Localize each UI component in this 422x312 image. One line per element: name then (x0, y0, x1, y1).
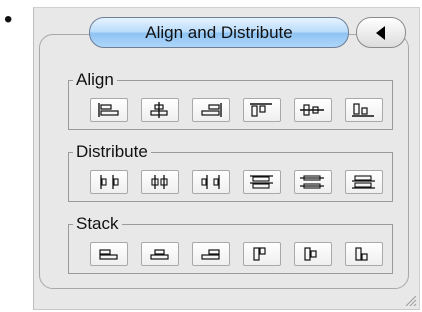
stack-center-button[interactable] (141, 242, 179, 266)
stack-middle-icon (304, 247, 317, 261)
align-distribute-panel: Align and Distribute Align Distribute St… (33, 7, 420, 310)
stack-top-button[interactable] (243, 242, 281, 266)
stack-middle-button[interactable] (294, 242, 332, 266)
stack-top-icon (253, 247, 266, 261)
align-horizontal-centers-button[interactable] (141, 98, 179, 122)
bullet-marker: • (4, 6, 13, 33)
distribute-right-edges-icon (201, 175, 220, 189)
align-bottom-edges-icon (352, 103, 374, 117)
stack-section-label: Stack (73, 214, 122, 234)
align-left-edges-icon (98, 103, 119, 117)
stack-right-icon (201, 249, 220, 260)
collapse-button[interactable] (356, 17, 406, 48)
panel-title-button[interactable]: Align and Distribute (89, 17, 349, 48)
distribute-section: Distribute (68, 142, 393, 202)
stack-left-icon (99, 249, 118, 260)
distribute-left-edges-icon (100, 175, 119, 189)
distribute-bottom-edges-icon (352, 175, 375, 189)
distribute-left-edges-button[interactable] (90, 170, 128, 194)
stack-right-button[interactable] (192, 242, 230, 266)
align-left-edges-button[interactable] (90, 98, 128, 122)
align-section: Align (68, 70, 393, 130)
align-horizontal-centers-icon (150, 102, 168, 118)
resize-grip-icon[interactable] (403, 293, 417, 307)
distribute-vertical-centers-icon (300, 175, 324, 189)
distribute-horizontal-centers-button[interactable] (141, 170, 179, 194)
align-top-edges-icon (250, 103, 272, 117)
align-section-label: Align (73, 70, 117, 90)
stack-bottom-button[interactable] (345, 242, 383, 266)
distribute-bottom-edges-button[interactable] (345, 170, 383, 194)
distribute-right-edges-button[interactable] (192, 170, 230, 194)
align-right-edges-icon (201, 103, 222, 117)
distribute-section-label: Distribute (73, 142, 151, 162)
stack-left-button[interactable] (90, 242, 128, 266)
distribute-top-edges-icon (250, 175, 273, 189)
distribute-vertical-centers-button[interactable] (294, 170, 332, 194)
triangle-left-icon (376, 26, 385, 40)
align-vertical-centers-button[interactable] (294, 98, 332, 122)
distribute-top-edges-button[interactable] (243, 170, 281, 194)
align-bottom-edges-button[interactable] (345, 98, 383, 122)
align-top-edges-button[interactable] (243, 98, 281, 122)
stack-bottom-icon (355, 247, 368, 261)
align-right-edges-button[interactable] (192, 98, 230, 122)
distribute-horizontal-centers-icon (151, 175, 168, 189)
align-vertical-centers-icon (300, 104, 324, 116)
stack-section: Stack (68, 214, 393, 274)
stack-center-icon (150, 249, 169, 260)
